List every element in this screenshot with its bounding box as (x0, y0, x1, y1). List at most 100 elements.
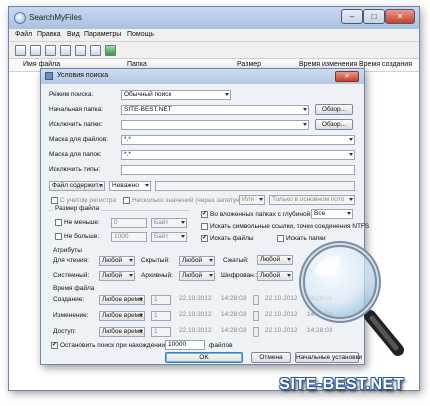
not-more-unit[interactable]: Байт (151, 232, 187, 242)
menu-options[interactable]: Параметры (84, 31, 121, 38)
stop-search-checkbox[interactable] (51, 341, 58, 349)
dialog-close-button[interactable]: ✕ (335, 71, 359, 82)
not-less-checkbox[interactable] (55, 219, 62, 226)
created-count-value: 1 (154, 296, 158, 303)
close-button[interactable]: ✕ (385, 9, 415, 24)
hidden-label: Скрытый: (141, 257, 170, 264)
accessed-count[interactable]: 1 (151, 327, 171, 337)
hidden-select[interactable]: Любой (179, 256, 215, 266)
ok-button[interactable]: OK (165, 352, 243, 363)
dialog-title: Условия поиска (57, 72, 109, 79)
depth-select[interactable]: Все (311, 209, 353, 219)
symlinks-checkbox[interactable] (201, 223, 208, 230)
mode-select[interactable]: Обычный поиск (121, 90, 231, 100)
attributes-group-label: Атрибуты (53, 247, 82, 254)
created-time-from[interactable]: 14:28:03 (221, 295, 246, 305)
encrypted-label: Шифрован.: (221, 272, 258, 279)
multiple-values-checkbox[interactable] (123, 197, 130, 204)
archive-select[interactable]: Любой (179, 271, 215, 281)
not-less-unit[interactable]: Байт (151, 218, 187, 228)
created-select[interactable]: Любое время (99, 295, 145, 305)
col-modified[interactable]: Время изменения (299, 61, 357, 68)
col-created[interactable]: Время создания (359, 61, 412, 68)
accessed-date-from[interactable]: 22.10.2012 (179, 327, 212, 337)
stream-select[interactable]: Только в основном пото (269, 195, 355, 205)
title-bar[interactable]: SearchMyFiles – □ ✕ (9, 7, 419, 29)
browse-exclude-button[interactable]: Обзор... (315, 119, 353, 130)
accessed-time-from[interactable]: 14:28:03 (221, 327, 246, 337)
system-select[interactable]: Любой (99, 271, 135, 281)
case-sensitive-label: С учетом регистра (60, 197, 117, 204)
watermark-logo: SITE-BEST.NET (279, 376, 404, 393)
col-size[interactable]: Размер (237, 61, 261, 68)
not-more-checkbox[interactable] (55, 233, 62, 240)
folder-mask-input[interactable]: *.* (121, 150, 355, 160)
accessed-count-value: 1 (154, 328, 158, 335)
accessed-spin-from[interactable] (253, 327, 259, 337)
minimize-button[interactable]: – (341, 9, 363, 24)
menu-bar: Файл Правка Вид Параметры Помощь (9, 29, 419, 42)
col-folder[interactable]: Папка (127, 61, 147, 68)
accessed-select[interactable]: Любое время (99, 327, 145, 337)
stop-suffix-label: файлов (209, 342, 233, 349)
compressed-value: Любой (260, 256, 281, 263)
html-report-icon[interactable] (75, 45, 86, 56)
exclude-folders-input[interactable] (121, 120, 309, 130)
modified-select[interactable]: Любое время (99, 311, 145, 321)
properties-icon[interactable] (60, 45, 71, 56)
modified-time-from[interactable]: 14:28:03 (221, 311, 246, 321)
exit-icon[interactable] (105, 45, 116, 56)
modified-spin-from[interactable] (253, 311, 259, 321)
depth-value: Все (314, 210, 326, 217)
created-date-from[interactable]: 22.10.2012 (179, 295, 212, 305)
modified-count[interactable]: 1 (151, 311, 171, 321)
cancel-button[interactable]: Отмена (251, 352, 291, 363)
folder-mask-label: Маска для папок: (49, 151, 102, 158)
start-folder-input[interactable]: SITE-BEST.NET (121, 105, 309, 115)
created-value: Любое время (102, 296, 143, 303)
read-only-value: Любой (102, 257, 123, 264)
mode-value: Обычный поиск (124, 91, 172, 98)
menu-file[interactable]: Файл (15, 31, 32, 38)
col-filename[interactable]: Имя файла (23, 61, 60, 68)
not-less-unit-value: Байт (154, 219, 169, 226)
options-icon[interactable] (90, 45, 101, 56)
menu-edit[interactable]: Правка (37, 31, 61, 38)
system-value: Любой (102, 272, 123, 279)
accessed-label: Доступ: (53, 328, 76, 335)
read-only-select[interactable]: Любой (99, 256, 135, 266)
new-search-icon[interactable] (15, 45, 26, 56)
not-more-input[interactable]: 1000 (111, 232, 147, 242)
menu-help[interactable]: Помощь (127, 31, 154, 38)
or-select[interactable]: Или (239, 195, 265, 205)
modified-date-from[interactable]: 22.10.2012 (179, 311, 212, 321)
dialog-title-bar[interactable]: Условия поиска ✕ (41, 69, 364, 84)
contains-text-input[interactable] (155, 181, 355, 191)
search-folders-checkbox[interactable] (277, 235, 284, 242)
file-mask-value: *.* (124, 136, 131, 143)
not-less-value: 0 (114, 219, 118, 226)
copy-icon[interactable] (45, 45, 56, 56)
browse-start-button[interactable]: Обзор... (315, 104, 353, 115)
time-group-label: Время файла (53, 285, 95, 292)
case-sensitive-checkbox[interactable] (51, 197, 58, 204)
maximize-button[interactable]: □ (363, 9, 385, 24)
exclude-types-input[interactable] (121, 165, 355, 175)
not-less-input[interactable]: 0 (111, 218, 147, 228)
stop-count-input[interactable]: 10000 (165, 340, 205, 350)
created-count[interactable]: 1 (151, 295, 171, 305)
modified-count-value: 1 (154, 312, 158, 319)
search-files-checkbox[interactable] (201, 234, 208, 242)
file-mask-input[interactable]: *.* (121, 135, 355, 145)
menu-view[interactable]: Вид (67, 31, 80, 38)
exclude-folders-label: Исключить папки: (49, 121, 103, 128)
save-icon[interactable] (30, 45, 41, 56)
contains-select[interactable]: Файл содержит... (49, 181, 105, 191)
stream-value: Только в основном пото (272, 196, 345, 203)
subfolders-checkbox[interactable] (201, 210, 208, 218)
contains-mode-select[interactable]: Неважно (109, 181, 151, 191)
created-spin-from[interactable] (253, 295, 259, 305)
stop-count-value: 10000 (168, 341, 187, 348)
accessed-value: Любое время (102, 328, 143, 335)
subfolders-label: Во вложенных папках с глубиной: (210, 211, 313, 218)
